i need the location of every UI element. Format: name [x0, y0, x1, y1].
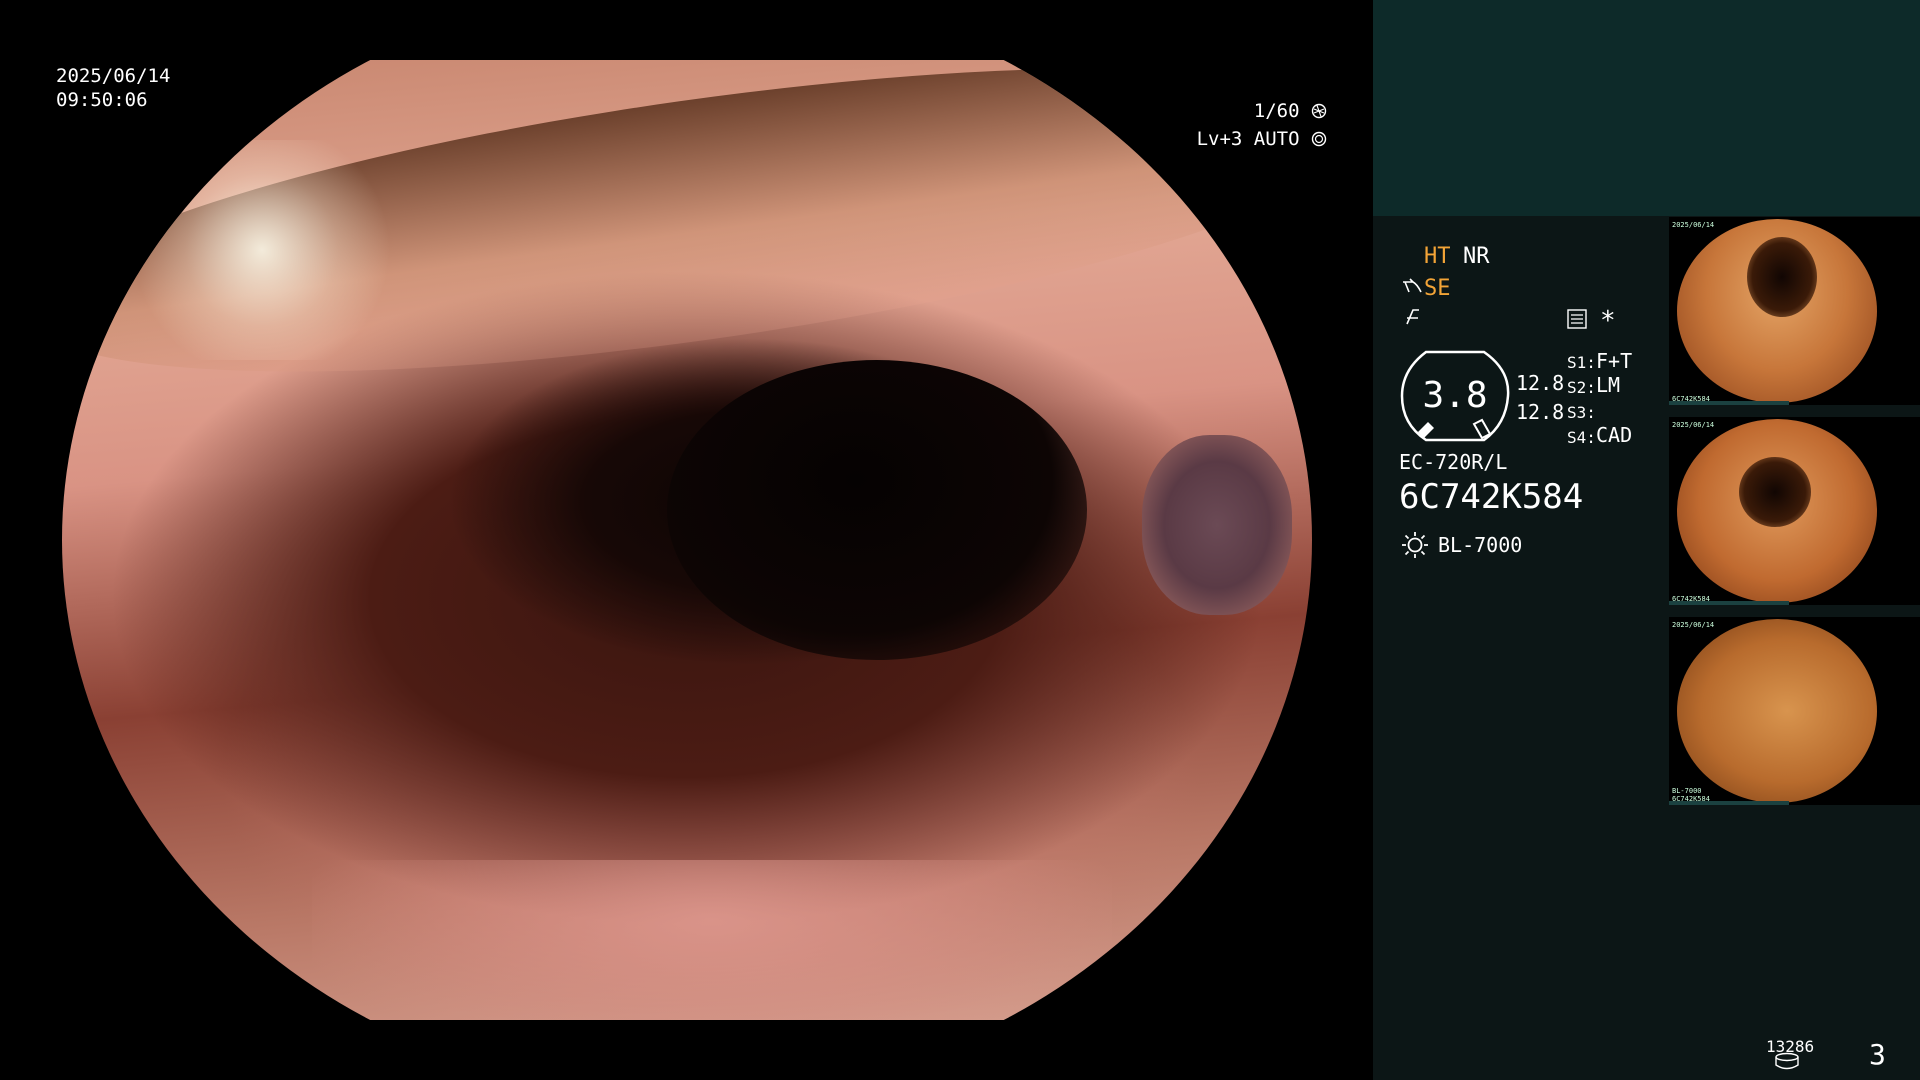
reading-2: 12.8: [1516, 400, 1565, 424]
captured-thumbnail[interactable]: 2025/06/14 6C742K584: [1669, 217, 1920, 405]
panel-header-area: [1373, 0, 1920, 216]
exposure-level-label: Lv+3 AUTO: [1196, 128, 1300, 150]
auto-exposure-icon: [1311, 131, 1327, 147]
scope-serial: 6C742K584: [1399, 477, 1584, 517]
switch-3-label: S3:: [1567, 403, 1596, 422]
page-number: 3: [1869, 1038, 1886, 1071]
scope-enhance-icon: [1401, 276, 1423, 305]
switch-1-value: F+T: [1596, 349, 1633, 373]
captured-thumbnail[interactable]: 2025/06/14 6C742K584: [1669, 417, 1920, 605]
endoscope-live-view: [62, 60, 1312, 1020]
light-source: BL-7000: [1438, 533, 1523, 557]
switch-2-label: S2:: [1567, 378, 1596, 397]
asterisk-indicator: *: [1600, 306, 1616, 336]
reading-1: 12.8: [1516, 371, 1565, 395]
f-toggle-icon: [1401, 306, 1423, 335]
switch-2-value: LM: [1596, 373, 1621, 397]
aperture-icon: [1311, 103, 1327, 119]
nr-indicator: NR: [1463, 244, 1490, 269]
scope-model: EC-720R/L: [1399, 450, 1508, 474]
captured-thumbnail[interactable]: 2025/06/14 BL-7000 6C742K584: [1669, 617, 1920, 805]
exposure-level: Lv+3 AUTO: [1197, 127, 1327, 151]
exam-time: 09:50:06: [56, 89, 148, 111]
thumbnail-date: 2025/06/14: [1672, 421, 1715, 429]
switch-4-value: CAD: [1596, 423, 1633, 447]
thumbnail-date: 2025/06/14: [1672, 621, 1715, 629]
light-source-icon: [1400, 530, 1430, 567]
menu-list-icon: [1566, 308, 1588, 337]
switch-1-label: S1:: [1567, 353, 1596, 372]
thumbnail-light-source: BL-7000: [1672, 787, 1702, 795]
exam-date: 2025/06/14: [56, 65, 171, 87]
storage-disk-icon: [1775, 1052, 1799, 1070]
switch-4-label: S4:: [1567, 428, 1596, 447]
shutter-speed-label: 1/60: [1253, 100, 1300, 122]
se-indicator: SE: [1424, 276, 1451, 301]
ht-indicator: HT: [1424, 244, 1451, 269]
gauge-value: 3.8: [1422, 375, 1488, 416]
thumbnail-date: 2025/06/14: [1672, 221, 1715, 229]
shutter-speed: 1/60: [1254, 99, 1327, 123]
